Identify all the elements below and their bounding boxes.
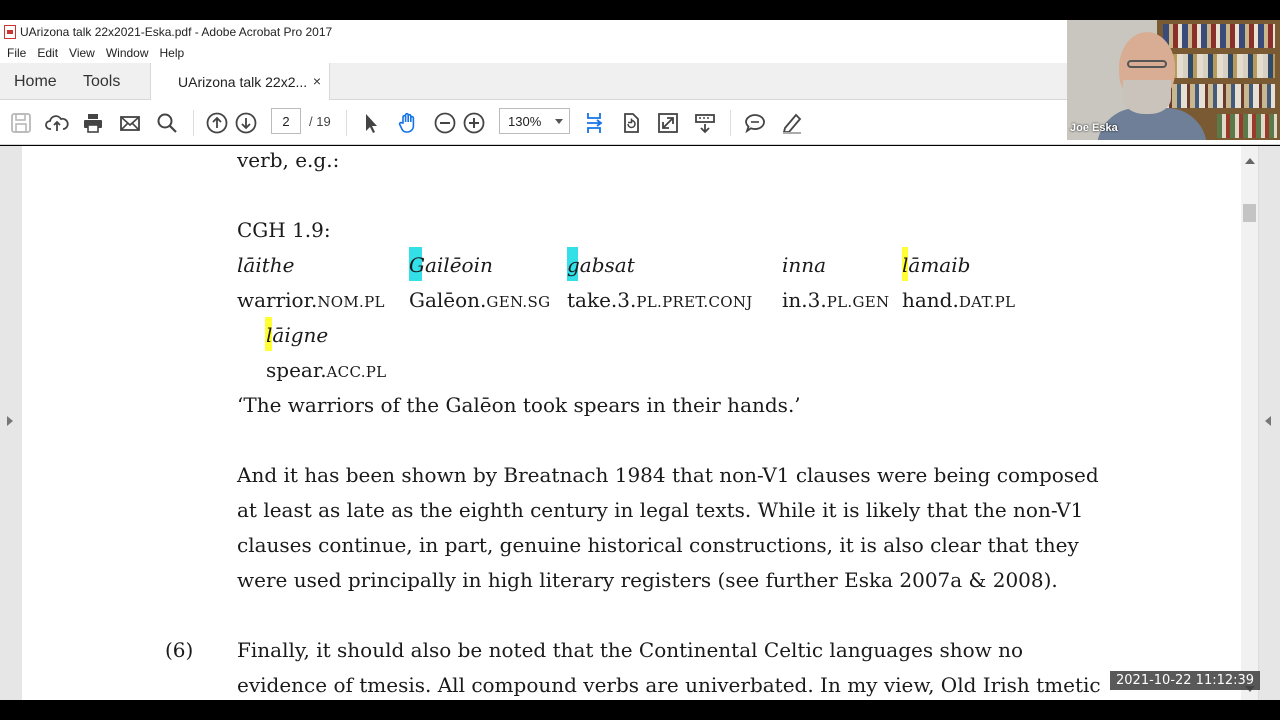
item-number: (6) xyxy=(165,638,194,662)
gloss-translation: take.3.PL.PRET.CONJ xyxy=(567,288,753,312)
save-icon[interactable] xyxy=(8,110,34,136)
translation-line: ‘The warriors of the Galēon took spears … xyxy=(237,393,801,417)
page-number-input[interactable]: 2 xyxy=(271,108,301,134)
zoom-in-icon[interactable] xyxy=(461,110,487,136)
pdf-file-icon xyxy=(4,24,16,39)
menu-edit[interactable]: Edit xyxy=(37,46,58,60)
paragraph-line: evidence of tmesis. All compound verbs a… xyxy=(237,673,1101,697)
vertical-scrollbar[interactable] xyxy=(1241,146,1258,700)
glasses xyxy=(1127,60,1167,68)
gloss-word: inna xyxy=(782,253,827,277)
gloss-translation: spear.ACC.PL xyxy=(266,358,387,382)
zoom-value: 130% xyxy=(508,113,542,129)
search-icon[interactable] xyxy=(154,110,180,136)
menu-view[interactable]: View xyxy=(69,46,95,60)
gloss-word: lāmaib xyxy=(902,253,971,277)
tab-document[interactable]: UArizona talk 22x2... × xyxy=(150,63,330,101)
tab-document-label: UArizona talk 22x2... xyxy=(178,74,308,90)
chevron-down-icon xyxy=(555,119,563,124)
paragraph-line: were used principally in high literary r… xyxy=(237,568,1058,592)
highlight-pen-icon[interactable] xyxy=(779,110,805,136)
select-cursor-icon[interactable] xyxy=(358,110,384,136)
gloss-word: gabsat xyxy=(567,253,635,277)
rotate-page-icon[interactable] xyxy=(618,110,644,136)
paragraph-line: Finally, it should also be noted that th… xyxy=(237,638,1024,662)
right-panel-toggle[interactable] xyxy=(1259,146,1280,700)
tab-home[interactable]: Home xyxy=(14,63,57,100)
paragraph-line: at least as late as the eighth century i… xyxy=(237,498,1084,522)
upload-cloud-icon[interactable] xyxy=(44,110,70,136)
zoom-out-icon[interactable] xyxy=(432,110,458,136)
paragraph-line: And it has been shown by Breatnach 1984 … xyxy=(237,463,1099,487)
gloss-translation: in.3.PL.GEN xyxy=(782,288,890,312)
scrolling-mode-icon[interactable] xyxy=(581,110,607,136)
gloss-translation: Galēon.GEN.SG xyxy=(409,288,551,312)
email-icon[interactable] xyxy=(117,110,143,136)
example-label: CGH 1.9: xyxy=(237,218,331,242)
participant-name: Joe Eska xyxy=(1070,122,1118,134)
close-tab-icon[interactable]: × xyxy=(313,73,321,89)
page-total: / 19 xyxy=(309,114,331,129)
gloss-word: lāithe xyxy=(237,253,295,277)
paragraph-line: clauses continue, in part, genuine histo… xyxy=(237,533,1079,557)
window-title: UArizona talk 22x2021-Eska.pdf - Adobe A… xyxy=(20,24,333,39)
zoom-select[interactable]: 130% xyxy=(499,108,570,134)
menu-bar: File Edit View Window Help xyxy=(0,43,1067,63)
gloss-translation: hand.DAT.PL xyxy=(902,288,1016,312)
next-page-icon[interactable] xyxy=(233,110,259,136)
gloss-translation: warrior.NOM.PL xyxy=(237,288,385,312)
gloss-word: Gailēoin xyxy=(409,253,493,277)
tab-tools[interactable]: Tools xyxy=(83,63,120,100)
scroll-up-icon[interactable] xyxy=(1245,158,1255,164)
full-screen-icon[interactable] xyxy=(655,110,681,136)
expand-left-panel-icon xyxy=(7,416,13,426)
recording-timestamp: 2021-10-22 11:12:39 xyxy=(1110,671,1261,690)
left-panel-toggle[interactable] xyxy=(0,146,22,700)
scrollbar-thumb[interactable] xyxy=(1243,204,1256,222)
document-viewport[interactable]: verb, e.g.: CGH 1.9: lāithe Gailēoin gab… xyxy=(0,146,1280,700)
tab-bar: Home Tools UArizona talk 22x2... × xyxy=(0,63,1067,101)
hand-tool-icon[interactable] xyxy=(395,110,421,136)
pdf-page: verb, e.g.: CGH 1.9: lāithe Gailēoin gab… xyxy=(22,146,1241,700)
menu-window[interactable]: Window xyxy=(106,46,149,60)
read-mode-icon[interactable] xyxy=(692,110,718,136)
comment-icon[interactable] xyxy=(742,110,768,136)
webcam-video: Joe Eska xyxy=(1067,20,1280,140)
gloss-word: lāigne xyxy=(266,323,329,347)
menu-help[interactable]: Help xyxy=(160,46,185,60)
print-icon[interactable] xyxy=(80,110,106,136)
text-line: verb, e.g.: xyxy=(237,148,340,172)
title-bar: UArizona talk 22x2021-Eska.pdf - Adobe A… xyxy=(0,20,1067,43)
expand-right-panel-icon xyxy=(1265,416,1271,426)
previous-page-icon[interactable] xyxy=(204,110,230,136)
menu-file[interactable]: File xyxy=(7,46,26,60)
